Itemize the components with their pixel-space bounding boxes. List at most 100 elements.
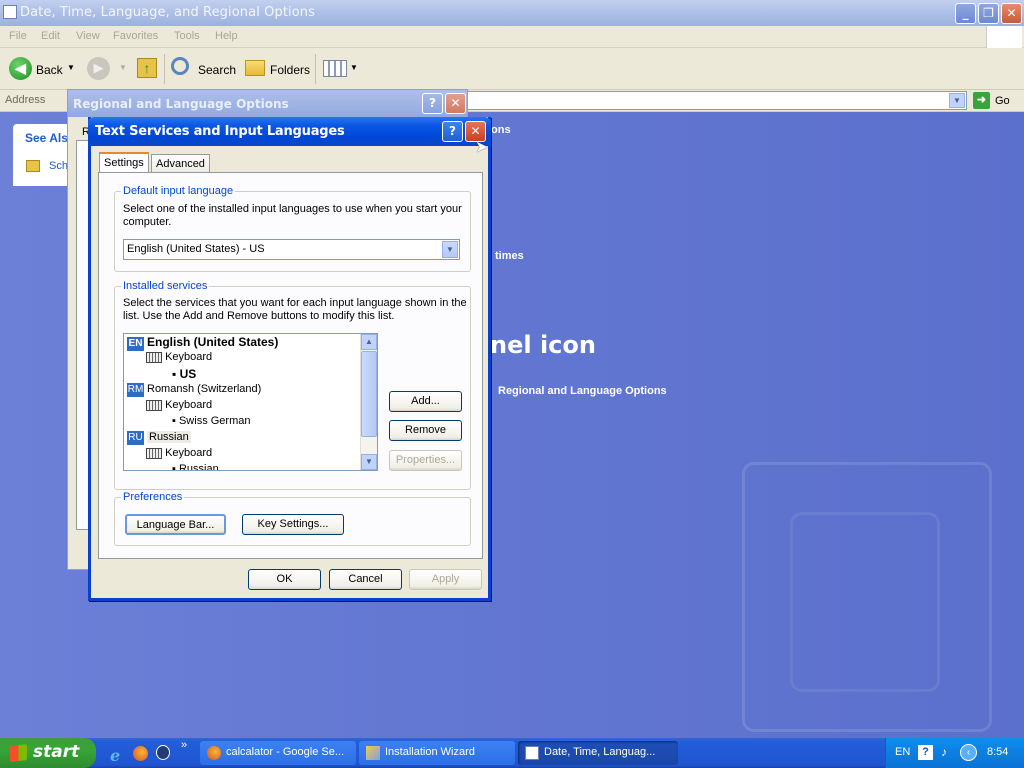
default-language-desc: Select one of the installed input langua… <box>123 203 462 228</box>
preferences-legend: Preferences <box>123 491 183 503</box>
forward-dropdown-icon[interactable]: ▼ <box>119 63 127 72</box>
tray-expand-icon[interactable]: ‹ <box>960 744 977 761</box>
text-services-dialog: Text Services and Input Languages ? ✕ ➤ … <box>88 117 491 601</box>
menu-view[interactable]: View <box>76 30 100 42</box>
address-dropdown-icon[interactable]: ▼ <box>949 93 965 108</box>
language-bar-button[interactable]: Language Bar... <box>125 514 226 535</box>
search-button-label[interactable]: Search <box>198 63 236 77</box>
tree-language-en[interactable]: EN English (United States) <box>127 335 278 351</box>
language-name: Russian <box>147 431 191 443</box>
start-button[interactable]: start <box>0 738 96 768</box>
go-icon[interactable]: ➜ <box>973 92 990 109</box>
menu-edit[interactable]: Edit <box>41 30 60 42</box>
address-input[interactable] <box>465 91 967 110</box>
see-also-link[interactable]: Sch <box>49 160 68 172</box>
scheduled-tasks-icon <box>26 160 40 172</box>
tab-settings[interactable]: Settings <box>99 152 149 172</box>
tab-advanced-label: Advanced <box>156 158 205 170</box>
add-button[interactable]: Add... <box>389 391 462 412</box>
firefox-icon[interactable] <box>133 746 148 761</box>
language-name: Romansh (Switzerland) <box>147 383 262 395</box>
tree-keyboard-en[interactable]: Keyboard <box>146 351 212 367</box>
back-icon[interactable]: ◀ <box>9 57 32 80</box>
default-language-select[interactable]: English (United States) - US ▼ <box>123 239 460 260</box>
system-tray: EN ? ♪ ‹ 8:54 <box>885 738 1024 768</box>
keyboard-label: Keyboard <box>165 447 213 459</box>
language-indicator[interactable]: EN <box>895 746 910 758</box>
tree-keyboard-rm[interactable]: Keyboard <box>146 399 212 415</box>
firefox-icon <box>207 746 221 760</box>
task-label: Date, Time, Languag... <box>544 746 656 758</box>
clock: 8:54 <box>987 746 1009 758</box>
see-also-panel: See Als Sch <box>13 124 73 186</box>
minimize-button[interactable]: _ <box>955 3 976 24</box>
properties-button[interactable]: Properties... <box>389 450 462 471</box>
tree-layout-rm[interactable]: ▪ Swiss German <box>172 415 251 431</box>
taskbar-item-browser[interactable]: calcalator - Google Se... <box>200 741 356 765</box>
quicklaunch-expand-icon[interactable]: » <box>181 739 187 751</box>
ts-dialog-titlebar: Text Services and Input Languages ? ✕ <box>88 117 491 146</box>
regional-options-link[interactable]: Regional and Language Options <box>498 385 667 397</box>
menu-file[interactable]: File <box>9 30 27 42</box>
installed-services-desc: Select the services that you want for ea… <box>123 297 467 322</box>
tree-language-ru[interactable]: RU Russian <box>127 431 191 447</box>
help-button[interactable]: ? <box>442 121 463 142</box>
scroll-down-icon[interactable]: ▼ <box>361 454 377 470</box>
back-button-label[interactable]: Back <box>36 63 63 77</box>
ie-icon[interactable]: e <box>110 746 120 765</box>
tree-layout-en[interactable]: ▪ US <box>172 367 196 383</box>
back-dropdown-icon[interactable]: ▼ <box>67 63 75 72</box>
tab-advanced[interactable]: Advanced <box>151 154 210 172</box>
go-button-label[interactable]: Go <box>995 95 1010 107</box>
mouse-cursor-icon: ➤ <box>475 139 489 156</box>
up-folder-icon[interactable]: ↑ <box>137 58 157 78</box>
scroll-thumb[interactable] <box>361 351 377 437</box>
key-settings-button[interactable]: Key Settings... <box>242 514 344 535</box>
views-icon[interactable] <box>323 60 347 77</box>
tree-scrollbar[interactable]: ▲ ▼ <box>360 334 377 470</box>
task-link-partial[interactable]: times <box>495 250 524 262</box>
search-icon[interactable] <box>171 57 189 75</box>
default-language-value: English (United States) - US <box>127 243 265 255</box>
volume-icon[interactable]: ♪ <box>941 745 947 759</box>
taskbar-item-control-panel[interactable]: Date, Time, Languag... <box>518 741 678 765</box>
windows-flag-icon <box>10 744 27 762</box>
menu-help[interactable]: Help <box>215 30 238 42</box>
remove-button[interactable]: Remove <box>389 420 462 441</box>
regional-dialog-titlebar: Regional and Language Options ? ✕ <box>68 90 467 117</box>
start-label: start <box>33 742 80 762</box>
window-icon <box>3 5 17 19</box>
menu-favorites[interactable]: Favorites <box>113 30 158 42</box>
regional-dialog-title: Regional and Language Options <box>73 97 289 111</box>
views-dropdown-icon[interactable]: ▼ <box>350 63 358 72</box>
menu-bar: File Edit View Favorites Tools Help <box>0 26 1024 48</box>
taskbar: start e » calcalator - Google Se... Inst… <box>0 738 1024 768</box>
scroll-up-icon[interactable]: ▲ <box>361 334 377 350</box>
chevron-down-icon[interactable]: ▼ <box>442 241 458 258</box>
keyboard-label: Keyboard <box>165 399 213 411</box>
maximize-button[interactable]: ❐ <box>978 3 999 24</box>
toolbar: ◀ Back ▼ ▶ ▼ ↑ Search Folders ▼ <box>0 48 1024 90</box>
cancel-button[interactable]: Cancel <box>329 569 402 590</box>
language-tag: RU <box>127 431 144 445</box>
quicklaunch-app-icon[interactable] <box>156 745 170 760</box>
help-icon[interactable]: ? <box>918 745 933 760</box>
folders-icon[interactable] <box>245 60 265 76</box>
menu-tools[interactable]: Tools <box>174 30 200 42</box>
ts-dialog-title: Text Services and Input Languages <box>95 124 345 139</box>
tree-layout-ru[interactable]: ▪ Russian <box>172 463 219 470</box>
separator <box>164 54 165 84</box>
installed-services-tree[interactable]: EN English (United States) Keyboard ▪ US … <box>123 333 378 471</box>
language-tag: RM <box>127 383 144 397</box>
apply-button[interactable]: Apply <box>409 569 482 590</box>
tree-language-rm[interactable]: RM Romansh (Switzerland) <box>127 383 261 399</box>
folders-button-label[interactable]: Folders <box>270 63 310 77</box>
help-button[interactable]: ? <box>422 93 443 114</box>
taskbar-item-installer[interactable]: Installation Wizard <box>359 741 515 765</box>
keyboard-icon <box>146 351 162 363</box>
close-button[interactable]: ✕ <box>445 93 466 114</box>
close-button[interactable]: ✕ <box>1001 3 1022 24</box>
tree-keyboard-ru[interactable]: Keyboard <box>146 447 212 463</box>
forward-icon[interactable]: ▶ <box>87 57 110 80</box>
ok-button[interactable]: OK <box>248 569 321 590</box>
